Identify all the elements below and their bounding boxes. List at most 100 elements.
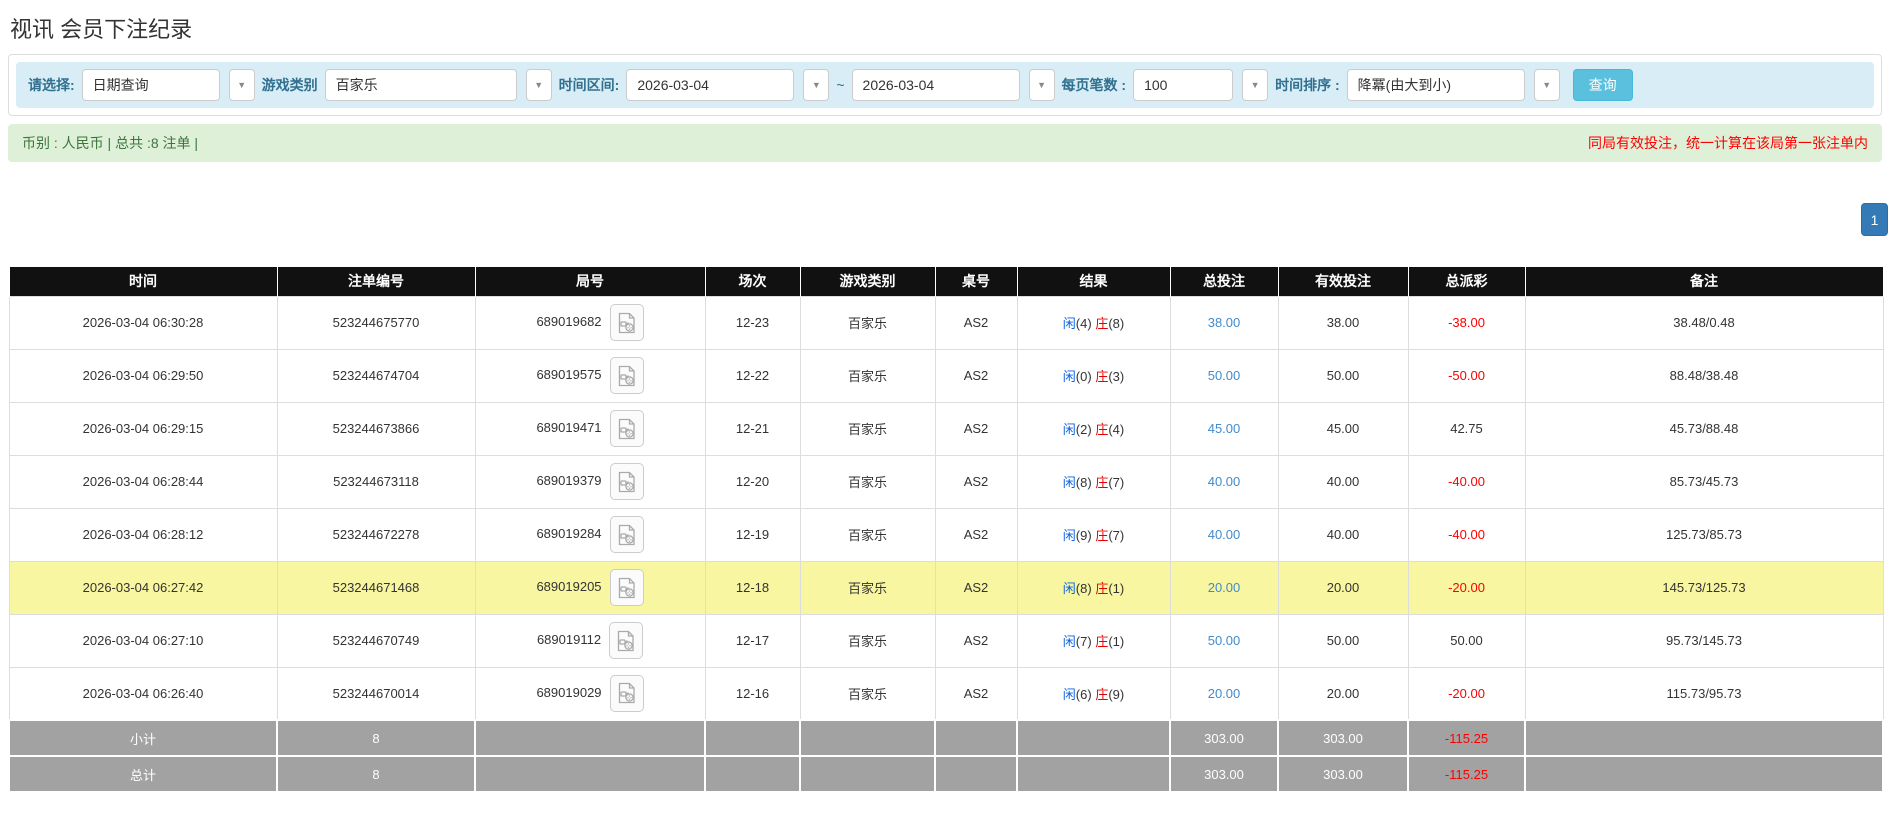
round-id-text: 689019284 bbox=[536, 525, 602, 541]
filter-bar: 请选择: ▼ 游戏类别 ▼ 时间区间: ▼ ~ ▼ 每页笔数 : ▼ 时间排序 … bbox=[16, 62, 1874, 108]
cell-table-no: AS2 bbox=[934, 507, 1018, 562]
chevron-down-icon: ▼ bbox=[811, 80, 821, 90]
cell-note: 145.73/125.73 bbox=[1524, 560, 1884, 615]
result-player-score: (8) bbox=[1075, 581, 1092, 596]
total-bet-link[interactable]: 20.00 bbox=[1208, 686, 1241, 701]
video-replay-button[interactable] bbox=[609, 357, 644, 394]
date-range-separator: ~ bbox=[836, 77, 845, 93]
time-sort-select[interactable] bbox=[1346, 69, 1525, 101]
table-row: 2026-03-04 06:26:40 523244670014 6890190… bbox=[8, 666, 1884, 721]
video-replay-icon bbox=[618, 365, 635, 386]
page-size-caret-button[interactable]: ▼ bbox=[1242, 69, 1269, 101]
time-sort-caret-button[interactable]: ▼ bbox=[1533, 69, 1560, 101]
game-type-select[interactable] bbox=[324, 69, 517, 101]
cell-note: 95.73/145.73 bbox=[1524, 613, 1884, 668]
video-replay-icon bbox=[618, 524, 635, 545]
grandtotal-total-bet: 303.00 bbox=[1169, 755, 1279, 793]
round-id-text: 689019575 bbox=[536, 366, 602, 382]
chevron-down-icon: ▼ bbox=[1037, 80, 1046, 90]
time-sort-label: 时间排序 : bbox=[1275, 77, 1340, 93]
result-banker-score: (9) bbox=[1108, 686, 1125, 702]
total-bet-link[interactable]: 20.00 bbox=[1208, 580, 1241, 595]
video-replay-icon bbox=[618, 418, 635, 439]
cell-bet-id: 523244673866 bbox=[276, 401, 476, 456]
date-to-input[interactable] bbox=[851, 69, 1020, 101]
result-player-score: (4) bbox=[1075, 316, 1092, 331]
video-replay-button[interactable] bbox=[609, 674, 644, 712]
cell-valid-bet: 50.00 bbox=[1277, 348, 1409, 403]
cell-valid-bet: 40.00 bbox=[1277, 454, 1409, 509]
cell-total-bet: 20.00 bbox=[1169, 560, 1279, 615]
total-bet-link[interactable]: 38.00 bbox=[1208, 315, 1241, 330]
page-1-button[interactable]: 1 bbox=[1861, 203, 1888, 236]
date-to-caret-button[interactable]: ▼ bbox=[1028, 69, 1055, 101]
cell-game-type: 百家乐 bbox=[799, 666, 936, 721]
result-banker-label: 庄 bbox=[1095, 369, 1109, 384]
video-replay-icon bbox=[618, 312, 635, 333]
game-type-label: 游戏类别 bbox=[261, 77, 318, 93]
page-size-select[interactable] bbox=[1133, 69, 1234, 101]
cell-valid-bet: 20.00 bbox=[1277, 560, 1409, 615]
cell-payout: -50.00 bbox=[1407, 348, 1526, 403]
total-bet-link[interactable]: 40.00 bbox=[1208, 527, 1241, 542]
cell-session: 12-20 bbox=[704, 454, 801, 509]
chevron-down-icon: ▼ bbox=[1250, 80, 1260, 90]
cell-result: 闲(8) 庄(1) bbox=[1016, 560, 1171, 615]
cell-game-type: 百家乐 bbox=[799, 613, 936, 668]
cell-round-id: 689019284 bbox=[474, 507, 706, 562]
result-player-score: (6) bbox=[1075, 686, 1092, 702]
date-from-caret-button[interactable]: ▼ bbox=[803, 69, 830, 101]
cell-payout: -38.00 bbox=[1407, 295, 1526, 350]
cell-session: 12-21 bbox=[704, 401, 801, 456]
cell-round-id: 689019379 bbox=[474, 454, 706, 509]
total-bet-link[interactable]: 40.00 bbox=[1208, 474, 1241, 489]
cell-time: 2026-03-04 06:29:15 bbox=[8, 401, 278, 456]
pagination: 1 bbox=[0, 203, 1888, 236]
total-bet-link[interactable]: 45.00 bbox=[1208, 421, 1241, 436]
grandtotal-count: 8 bbox=[276, 755, 476, 793]
grandtotal-valid-bet: 303.00 bbox=[1277, 755, 1409, 793]
cell-total-bet: 40.00 bbox=[1169, 454, 1279, 509]
cell-valid-bet: 40.00 bbox=[1277, 507, 1409, 562]
result-player-label: 闲 bbox=[1062, 686, 1076, 702]
total-bet-link[interactable]: 50.00 bbox=[1208, 368, 1241, 383]
game-type-caret-button[interactable]: ▼ bbox=[525, 69, 552, 101]
cell-valid-bet: 38.00 bbox=[1277, 295, 1409, 350]
cell-bet-id: 523244673118 bbox=[276, 454, 476, 509]
video-replay-button[interactable] bbox=[609, 463, 644, 500]
result-player-label: 闲 bbox=[1062, 581, 1076, 596]
cell-game-type: 百家乐 bbox=[799, 295, 936, 350]
video-replay-button[interactable] bbox=[609, 516, 644, 553]
result-banker-score: (7) bbox=[1108, 475, 1125, 490]
warning-note-text: 同局有效投注，统一计算在该局第一张注单内 bbox=[1588, 135, 1868, 151]
result-banker-score: (4) bbox=[1108, 422, 1125, 437]
result-player-label: 闲 bbox=[1062, 528, 1076, 543]
header-table-no: 桌号 bbox=[934, 267, 1018, 296]
cell-session: 12-17 bbox=[704, 613, 801, 668]
result-player-score: (0) bbox=[1075, 369, 1092, 384]
result-player-label: 闲 bbox=[1062, 634, 1076, 649]
subtotal-count: 8 bbox=[276, 719, 476, 757]
cell-result: 闲(6) 庄(9) bbox=[1016, 666, 1171, 721]
query-type-caret-button[interactable]: ▼ bbox=[228, 69, 255, 101]
cell-valid-bet: 50.00 bbox=[1277, 613, 1409, 668]
cell-table-no: AS2 bbox=[934, 613, 1018, 668]
video-replay-button[interactable] bbox=[609, 622, 644, 659]
result-banker-label: 庄 bbox=[1095, 316, 1109, 331]
round-id-text: 689019029 bbox=[536, 684, 602, 700]
cell-payout: -40.00 bbox=[1407, 454, 1526, 509]
cell-bet-id: 523244670749 bbox=[276, 613, 476, 668]
round-id-text: 689019112 bbox=[536, 631, 602, 647]
video-replay-button[interactable] bbox=[609, 410, 644, 447]
video-replay-button[interactable] bbox=[609, 304, 644, 341]
search-button[interactable]: 查询 bbox=[1572, 69, 1633, 101]
video-replay-button[interactable] bbox=[609, 569, 644, 606]
query-type-select[interactable] bbox=[81, 69, 220, 101]
summary-bar: 币别 : 人民币 | 总共 :8 注单 | 同局有效投注，统一计算在该局第一张注… bbox=[8, 124, 1882, 162]
total-bet-link[interactable]: 50.00 bbox=[1208, 633, 1241, 648]
video-replay-icon bbox=[618, 577, 635, 598]
table-row: 2026-03-04 06:28:44 523244673118 6890193… bbox=[8, 454, 1884, 509]
date-from-input[interactable] bbox=[626, 69, 795, 101]
video-replay-icon bbox=[618, 471, 635, 492]
header-time: 时间 bbox=[8, 267, 278, 296]
